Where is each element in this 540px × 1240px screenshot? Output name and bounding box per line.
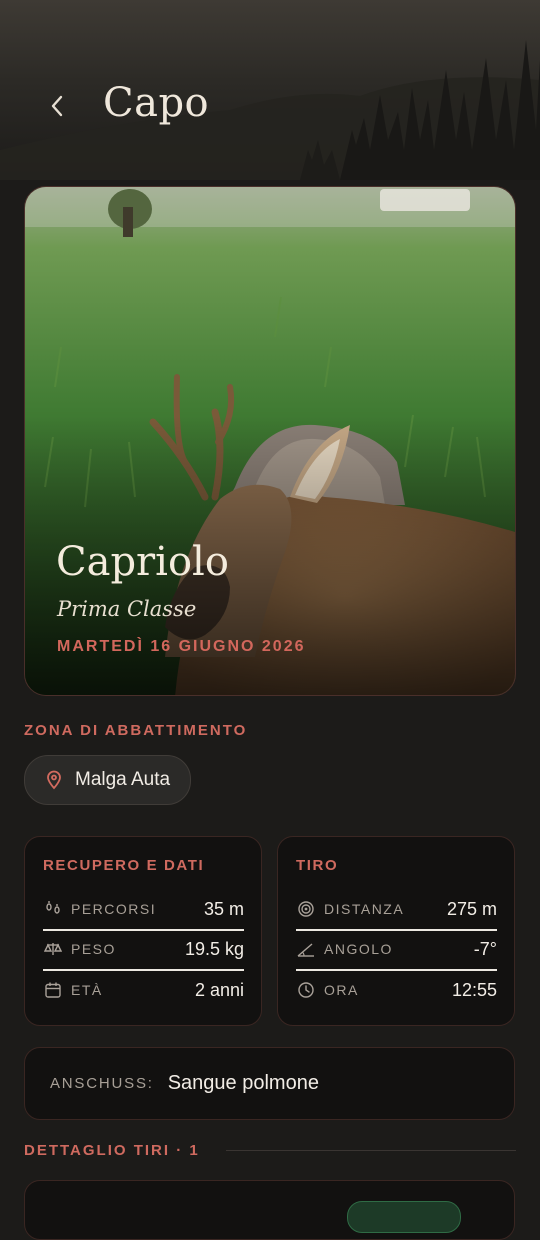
- footprints-icon: [43, 899, 63, 919]
- tiro-title: TIRO: [296, 857, 339, 874]
- row-angolo: ANGOLO -7°: [296, 929, 497, 969]
- chevron-left-icon: [51, 95, 63, 117]
- anschuss-value: Sangue polmone: [167, 1072, 319, 1094]
- clock-icon: [296, 980, 316, 1000]
- back-button[interactable]: [40, 86, 74, 126]
- tiro-card: TIRO DISTANZA 275 m ANGOLO -7° ORA 12:55: [277, 836, 515, 1026]
- recupero-title: RECUPERO E DATI: [43, 857, 205, 874]
- eta-value: 2 anni: [194, 979, 244, 1000]
- details-section-label: DETTAGLIO TIRI · 1: [24, 1142, 200, 1159]
- angolo-label: ANGOLO: [324, 941, 393, 957]
- ora-label: ORA: [324, 982, 359, 998]
- header-banner: Capo: [0, 0, 540, 180]
- ora-value: 12:55: [451, 979, 497, 1000]
- row-eta: ETÀ 2 anni: [43, 970, 244, 1010]
- distanza-label: DISTANZA: [324, 901, 405, 917]
- calendar-icon: [43, 980, 63, 1000]
- recupero-card: RECUPERO E DATI PERCORSI 35 m PESO 19.5 …: [24, 836, 262, 1026]
- forest-silhouette: [0, 40, 540, 180]
- peso-value: 19.5 kg: [184, 938, 244, 959]
- row-peso: PESO 19.5 kg: [43, 929, 244, 969]
- percorsi-label: PERCORSI: [71, 901, 157, 917]
- species-class: Prima Classe: [57, 597, 197, 621]
- harvest-date: MARTEDÌ 16 GIUGNO 2026: [57, 638, 306, 655]
- species-title: Capriolo: [56, 539, 229, 585]
- shot-detail-card[interactable]: [24, 1180, 515, 1240]
- section-divider: [226, 1150, 516, 1151]
- location-chip[interactable]: Malga Auta: [24, 755, 192, 805]
- hero-photo-card[interactable]: Capriolo Prima Classe MARTEDÌ 16 GIUGNO …: [24, 186, 516, 696]
- target-icon: [296, 899, 316, 919]
- location-name: Malga Auta: [75, 769, 171, 790]
- angle-icon: [296, 939, 316, 959]
- row-distanza: DISTANZA 275 m: [296, 889, 497, 929]
- anschuss-card: ANSCHUSS: Sangue polmone: [24, 1047, 515, 1120]
- row-ora: ORA 12:55: [296, 970, 497, 1010]
- eta-label: ETÀ: [71, 982, 103, 998]
- page-title: Capo: [103, 80, 210, 126]
- anschuss-label: ANSCHUSS:: [50, 1075, 154, 1092]
- row-percorsi: PERCORSI 35 m: [43, 889, 244, 929]
- distanza-value: 275 m: [446, 898, 497, 919]
- angolo-value: -7°: [473, 938, 497, 959]
- map-pin-icon: [47, 770, 61, 790]
- percorsi-value: 35 m: [203, 898, 244, 919]
- zone-section-label: ZONA DI ABBATTIMENTO: [24, 722, 248, 739]
- scale-icon: [43, 939, 63, 959]
- peso-label: PESO: [71, 941, 116, 957]
